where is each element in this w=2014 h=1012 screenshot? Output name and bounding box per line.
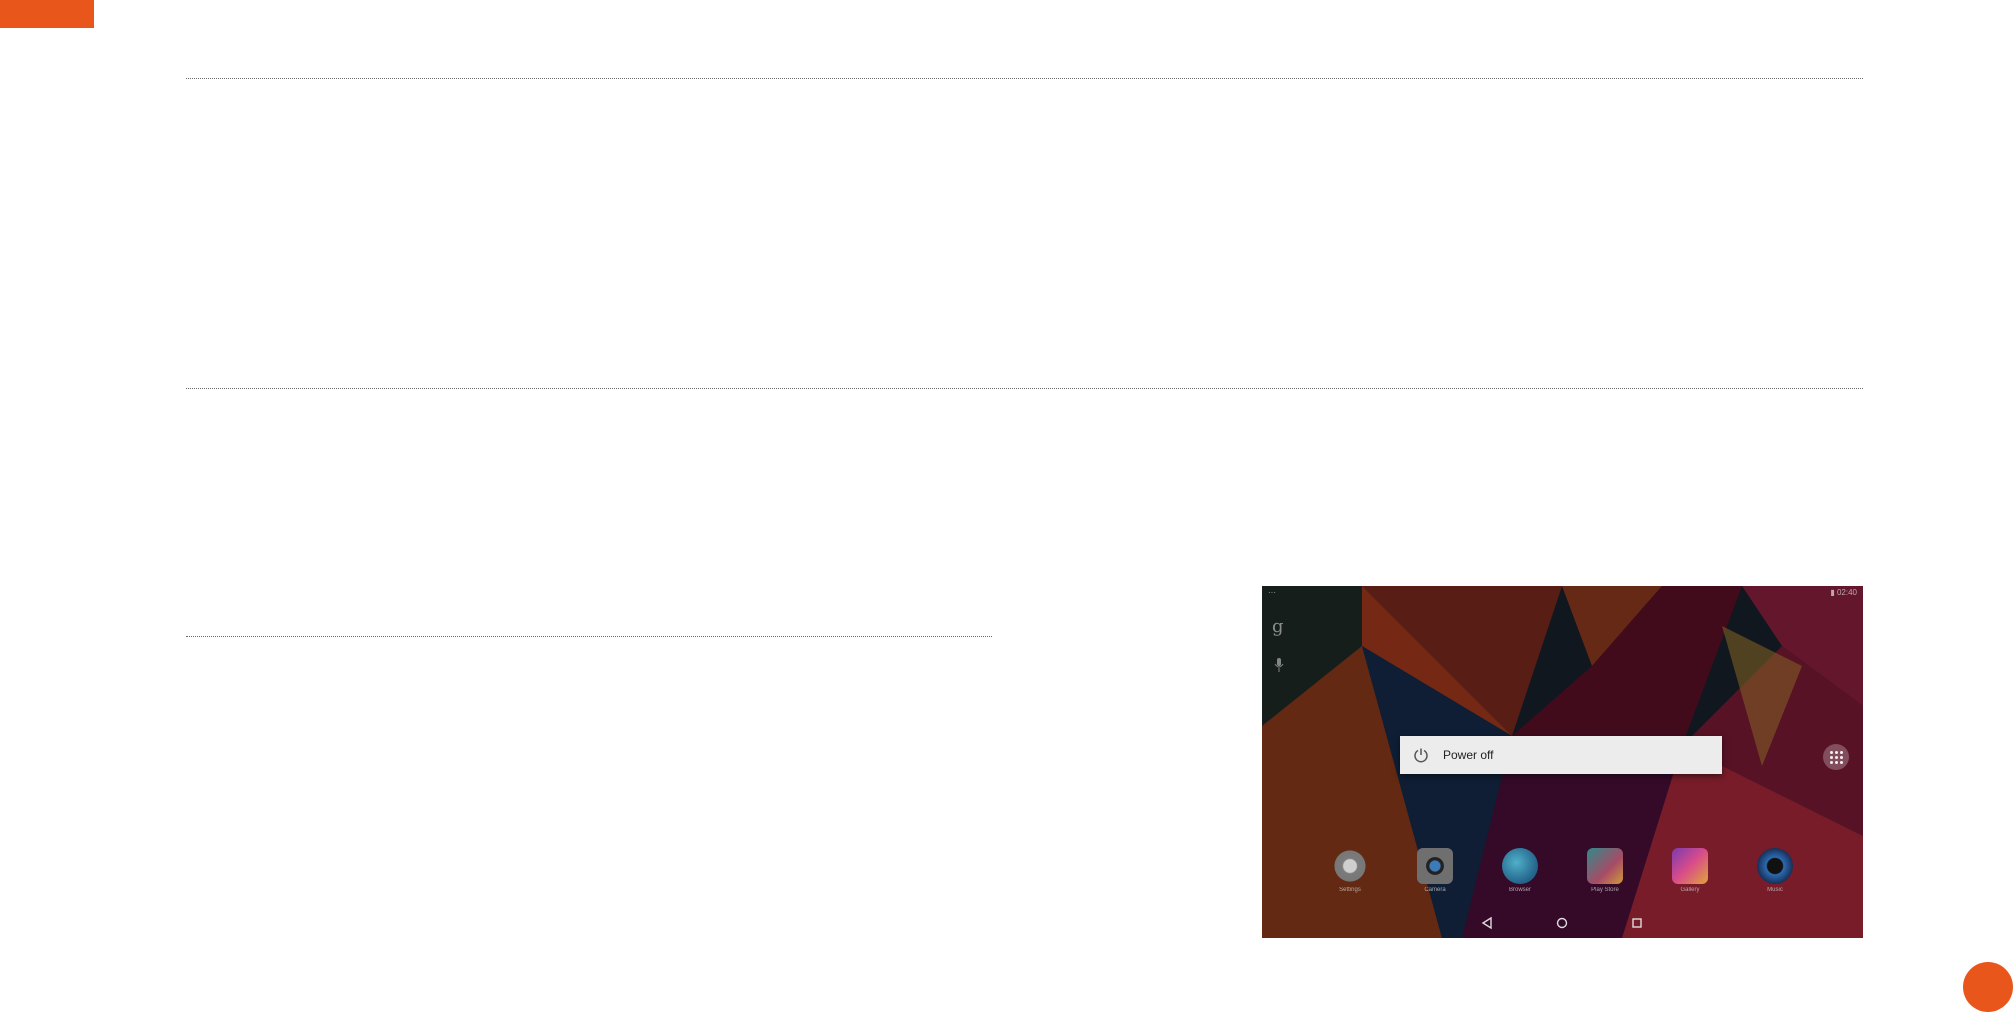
divider-top [186,78,1863,79]
power-off-option[interactable]: Power off [1443,748,1493,762]
corner-tab [0,0,94,28]
status-notifications: ··· [1268,588,1276,597]
home-icon[interactable] [1555,916,1569,930]
status-bar: ··· ▮ 02:40 [1262,586,1863,600]
app-browser[interactable]: Browser [1492,848,1548,893]
app-music[interactable]: Music [1747,848,1803,893]
music-icon [1757,848,1793,884]
divider-short [186,636,992,637]
app-gallery[interactable]: Gallery [1662,848,1718,893]
page-number-badge [1963,962,2013,1012]
navigation-bar [1262,908,1863,938]
google-icon[interactable]: g [1272,616,1284,637]
app-camera[interactable]: Camera [1407,848,1463,893]
recents-icon[interactable] [1630,916,1644,930]
app-drawer-button[interactable] [1823,744,1849,770]
app-dock: Settings Camera Browser Play Store Galle… [1322,848,1842,898]
status-clock: ▮ 02:40 [1830,588,1857,597]
divider-middle [186,388,1863,389]
gear-icon [1332,848,1368,884]
power-icon [1414,748,1428,763]
globe-icon [1502,848,1538,884]
tablet-screenshot: ··· ▮ 02:40 g Power off Settings Camera … [1262,586,1863,938]
gallery-icon [1672,848,1708,884]
play-store-icon [1587,848,1623,884]
camera-icon [1417,848,1453,884]
back-icon[interactable] [1480,916,1494,930]
app-settings[interactable]: Settings [1322,848,1378,893]
power-menu-dialog: Power off [1400,736,1722,774]
mic-icon[interactable] [1274,658,1284,672]
app-play-store[interactable]: Play Store [1577,848,1633,893]
